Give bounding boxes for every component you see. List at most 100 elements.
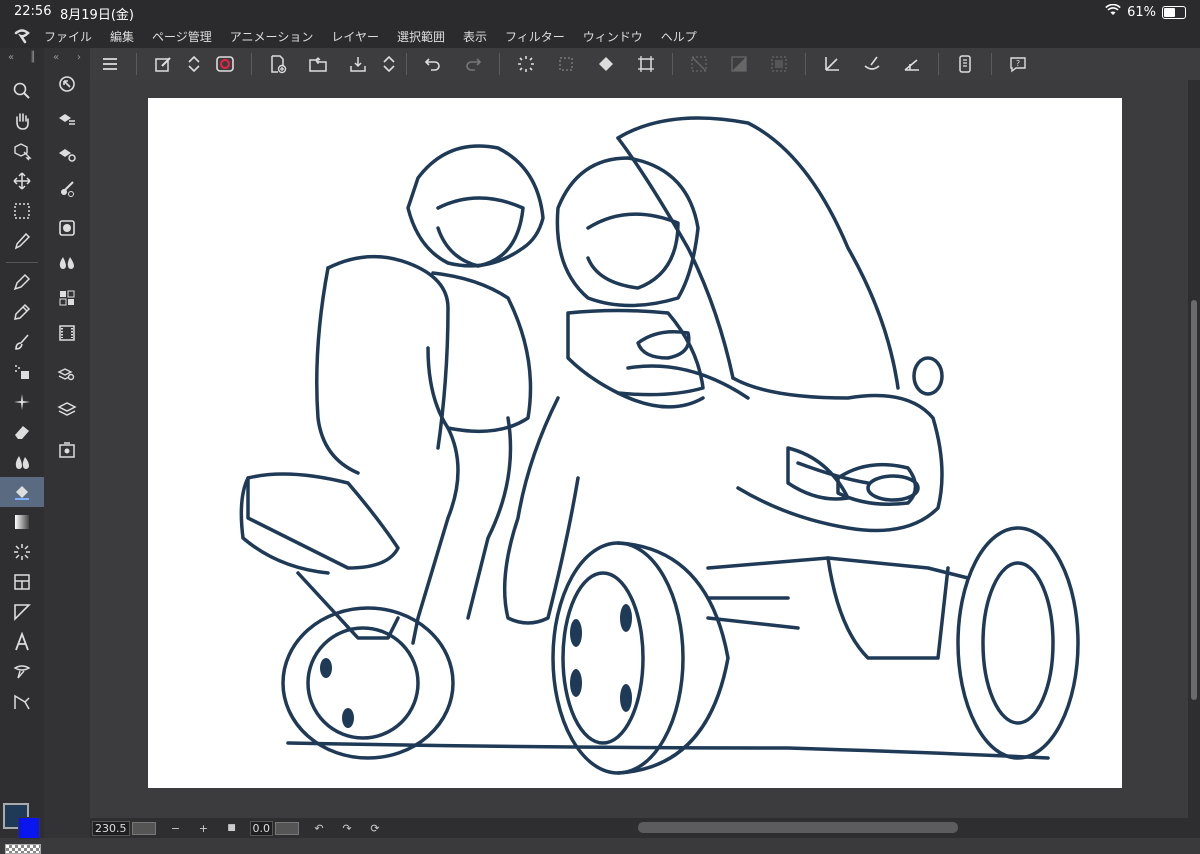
open-button[interactable] <box>298 49 338 79</box>
canvas-paper[interactable] <box>148 98 1122 788</box>
clip-studio-icon <box>216 56 234 72</box>
color-wheel-button[interactable] <box>44 210 90 245</box>
layer-search-button[interactable] <box>44 356 90 391</box>
brush-tool[interactable] <box>0 327 44 357</box>
open-folder-icon <box>309 57 327 72</box>
rotation-slider[interactable] <box>275 821 299 835</box>
snap-to-grid-button[interactable] <box>892 49 932 79</box>
panel-menu-icon[interactable]: ║ <box>30 52 36 63</box>
menu-help[interactable]: ヘルプ <box>661 28 697 45</box>
fit-screen-button[interactable]: ■ <box>218 823 246 833</box>
deselect-button[interactable] <box>546 49 586 79</box>
menu-animation[interactable]: アニメーション <box>230 28 314 45</box>
layer-settings-button[interactable] <box>44 136 90 171</box>
zoom-in-button[interactable]: + <box>190 822 218 835</box>
fill-tool[interactable] <box>0 477 44 507</box>
hand-tool[interactable] <box>0 106 44 136</box>
selection-icon <box>14 203 30 219</box>
undo-button[interactable] <box>413 49 453 79</box>
clip-studio-button[interactable] <box>205 49 245 79</box>
menu-window[interactable]: ウィンドウ <box>583 28 643 45</box>
rotate-right-button[interactable]: ↷ <box>333 822 361 835</box>
rotate-left-button[interactable]: ↶ <box>305 822 333 835</box>
frame-icon <box>14 574 30 590</box>
clip-studio-logo-icon[interactable] <box>0 28 44 44</box>
navigator-button[interactable] <box>44 66 90 101</box>
zoom-slider[interactable] <box>131 821 156 835</box>
device-settings-button[interactable] <box>945 49 985 79</box>
tool-panel: « ║ <box>0 48 44 854</box>
balloon-tool[interactable] <box>0 657 44 687</box>
help-button[interactable]: ? <box>998 49 1038 79</box>
zoom-field[interactable]: 230.5 <box>92 820 130 836</box>
new-canvas-button[interactable] <box>258 49 298 79</box>
frame-tool[interactable] <box>0 567 44 597</box>
deselect-icon <box>559 57 573 71</box>
transform-button[interactable] <box>626 49 666 79</box>
decoration-tool[interactable] <box>0 387 44 417</box>
selection-tool[interactable] <box>0 196 44 226</box>
blend-tool[interactable] <box>0 447 44 477</box>
menu-selection[interactable]: 選択範囲 <box>397 28 445 45</box>
operation-tool[interactable] <box>0 136 44 166</box>
clear-button[interactable] <box>679 49 719 79</box>
snap-to-ruler-button[interactable] <box>812 49 852 79</box>
selection-border-button[interactable] <box>759 49 799 79</box>
invert-selection-button[interactable] <box>719 49 759 79</box>
snap-to-special-ruler-button[interactable] <box>852 49 892 79</box>
rotation-field[interactable]: 0.0 <box>249 820 273 836</box>
text-tool[interactable] <box>0 627 44 657</box>
subtool-panel-header: « › <box>44 48 90 66</box>
edit-page-button[interactable] <box>143 49 183 79</box>
layer-property-button[interactable] <box>44 101 90 136</box>
menu-view[interactable]: 表示 <box>463 28 487 45</box>
separator <box>251 53 252 75</box>
layer-property-icon <box>59 113 75 125</box>
separator <box>406 53 407 75</box>
separator <box>499 53 500 75</box>
material-button[interactable] <box>44 280 90 315</box>
menu-layer[interactable]: レイヤー <box>331 28 379 45</box>
menu-page-management[interactable]: ページ管理 <box>152 28 212 45</box>
fill-button[interactable] <box>586 49 626 79</box>
stepper-button[interactable] <box>183 49 205 79</box>
expand-right-icon[interactable]: › <box>77 52 81 63</box>
zoom-tool[interactable] <box>0 76 44 106</box>
zoom-out-button[interactable]: − <box>162 822 190 835</box>
sub-color-swatch[interactable] <box>18 817 40 839</box>
main-menu-button[interactable] <box>90 49 130 79</box>
vertical-scrollbar-thumb[interactable] <box>1191 300 1197 700</box>
figure-tool[interactable] <box>0 537 44 567</box>
gradient-tool[interactable] <box>0 507 44 537</box>
animation-button[interactable] <box>44 315 90 350</box>
pencil-tool[interactable] <box>0 297 44 327</box>
collapse-left-icon[interactable]: « <box>53 52 59 63</box>
subtool-panel: « › <box>44 48 90 838</box>
line-correction-tool[interactable] <box>0 687 44 717</box>
vertical-scrollbar[interactable] <box>1188 80 1200 818</box>
stepper-button-2[interactable] <box>378 49 400 79</box>
eyedropper-tool[interactable] <box>0 226 44 256</box>
color-set-button[interactable] <box>44 245 90 280</box>
decoration-icon <box>14 394 30 410</box>
airbrush-tool[interactable] <box>0 357 44 387</box>
menu-bar: ファイル 編集 ページ管理 アニメーション レイヤー 選択範囲 表示 フィルター… <box>0 24 1200 48</box>
transparent-color-swatch[interactable] <box>5 844 41 854</box>
pen-tool[interactable] <box>0 267 44 297</box>
redo-button[interactable] <box>453 49 493 79</box>
ruler-tool[interactable] <box>0 597 44 627</box>
horizontal-scrollbar-thumb[interactable] <box>638 822 958 833</box>
zoom-icon <box>13 82 30 99</box>
menu-filter[interactable]: フィルター <box>505 28 565 45</box>
sub-view-button[interactable] <box>44 432 90 467</box>
layer-button[interactable] <box>44 391 90 426</box>
menu-edit[interactable]: 編集 <box>110 28 134 45</box>
move-tool[interactable] <box>0 166 44 196</box>
save-button[interactable] <box>338 49 378 79</box>
eraser-tool[interactable] <box>0 417 44 447</box>
menu-file[interactable]: ファイル <box>44 28 92 45</box>
line-art-illustration <box>239 116 1080 775</box>
brush-size-button[interactable] <box>44 171 90 206</box>
collapse-left-icon[interactable]: « <box>8 52 14 63</box>
reset-rotation-button[interactable]: ⟳ <box>361 822 389 835</box>
